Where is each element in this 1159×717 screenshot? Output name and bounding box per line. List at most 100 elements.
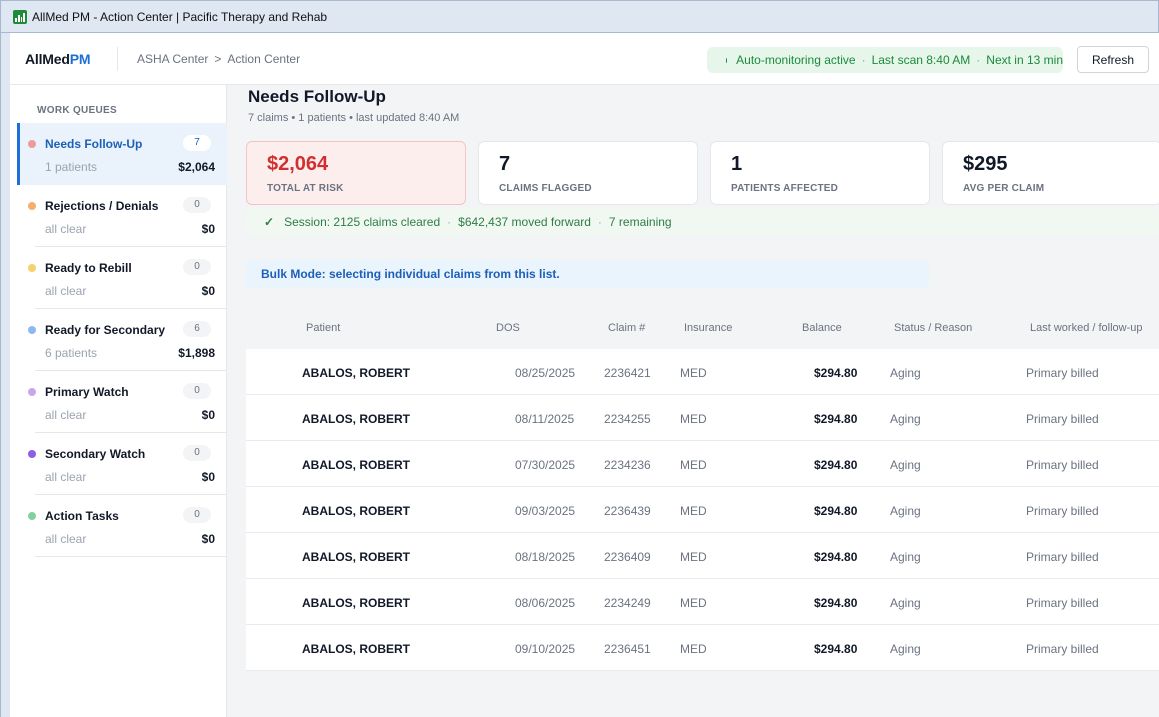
sidebar-title: WORK QUEUES [37, 105, 117, 116]
column-header-status[interactable]: Status / Reason [894, 322, 972, 334]
sidebar-item-ready-for-secondary[interactable]: Ready for Secondary 6 6 patients $1,898 [17, 309, 227, 371]
queue-amount: $0 [201, 222, 215, 236]
table-row[interactable]: ABALOS, ROBERT 08/25/2025 2236421 MED $2… [246, 349, 1159, 395]
cell-dos: 08/18/2025 [515, 550, 576, 564]
cell-patient: ABALOS, ROBERT [302, 596, 410, 610]
breadcrumb-current: Action Center [227, 52, 301, 66]
cell-dos: 09/10/2025 [515, 642, 576, 656]
sidebar-item-primary-watch[interactable]: Primary Watch 0 all clear $0 [17, 371, 227, 433]
stat-card-total-at-risk: $2,064 TOTAL AT RISK [246, 141, 466, 205]
queue-count-badge: 0 [183, 197, 211, 213]
cell-status: Aging [890, 366, 921, 380]
cell-insurance: MED [680, 550, 707, 564]
cell-status: Aging [890, 550, 921, 564]
cell-claim: 2236409 [604, 550, 651, 564]
cell-dos: 07/30/2025 [515, 458, 576, 472]
last-scan-text: Last scan 8:40 AM [871, 53, 971, 67]
window-frame-left [0, 33, 10, 717]
table-row[interactable]: ABALOS, ROBERT 09/03/2025 2236439 MED $2… [246, 487, 1159, 533]
cell-patient: ABALOS, ROBERT [302, 550, 410, 564]
status-separator: · [861, 53, 866, 67]
queue-amount: $0 [201, 470, 215, 484]
cell-insurance: MED [680, 596, 707, 610]
cell-balance: $294.80 [814, 642, 858, 656]
stat-label: TOTAL AT RISK [267, 183, 344, 194]
cell-dos: 09/03/2025 [515, 504, 576, 518]
session-summary-banner: ✓ Session: 2125 claims cleared · $642,43… [246, 208, 1159, 236]
breadcrumb: ASHA Center > Action Center [137, 52, 300, 66]
queue-name: Rejections / Denials [45, 199, 159, 213]
cell-claim: 2236421 [604, 366, 651, 380]
cell-patient: ABALOS, ROBERT [302, 412, 410, 426]
table-row[interactable]: ABALOS, ROBERT 08/11/2025 2234255 MED $2… [246, 395, 1159, 441]
cell-insurance: MED [680, 412, 707, 426]
column-header-balance[interactable]: Balance [802, 322, 842, 334]
session-remaining: 7 remaining [608, 215, 672, 229]
queue-name: Ready to Rebill [45, 261, 132, 275]
page-title: Needs Follow-Up [248, 87, 386, 106]
session-separator: · [447, 215, 452, 229]
cell-last-worked: Primary billed [1026, 550, 1099, 564]
stat-card-avg-per-claim: $295 AVG PER CLAIM [942, 141, 1159, 205]
column-header-dos[interactable]: DOS [496, 322, 520, 334]
queue-count-badge: 0 [183, 259, 211, 275]
column-header-insurance[interactable]: Insurance [684, 322, 732, 334]
refresh-button[interactable]: Refresh [1077, 46, 1149, 73]
session-moved: $642,437 moved forward [458, 215, 591, 229]
stat-card-patients-affected: 1 PATIENTS AFFECTED [710, 141, 930, 205]
queue-sub: all clear [45, 408, 87, 422]
stat-label: CLAIMS FLAGGED [499, 183, 592, 194]
brand-logo[interactable]: AllMedPM [25, 51, 91, 67]
queue-sub: all clear [45, 470, 87, 484]
cell-claim: 2234236 [604, 458, 651, 472]
cell-insurance: MED [680, 366, 707, 380]
monitoring-text: Auto-monitoring active [736, 53, 856, 67]
cell-claim: 2236451 [604, 642, 651, 656]
cell-last-worked: Primary billed [1026, 504, 1099, 518]
cell-status: Aging [890, 504, 921, 518]
queue-dot-icon [28, 326, 36, 334]
queue-dot-icon [28, 202, 36, 210]
session-cleared: Session: 2125 claims cleared [284, 215, 441, 229]
column-header-last-worked[interactable]: Last worked / follow-up [1030, 322, 1143, 334]
app-header: AllMedPM ASHA Center > Action Center Aut… [10, 33, 1159, 85]
table-row[interactable]: ABALOS, ROBERT 08/18/2025 2236409 MED $2… [246, 533, 1159, 579]
queue-sub: all clear [45, 532, 87, 546]
queue-dot-icon [28, 264, 36, 272]
sidebar-item-secondary-watch[interactable]: Secondary Watch 0 all clear $0 [17, 433, 227, 495]
table-row[interactable]: ABALOS, ROBERT 07/30/2025 2234236 MED $2… [246, 441, 1159, 487]
queue-divider [35, 556, 227, 557]
brand-main: AllMed [25, 51, 70, 67]
cell-balance: $294.80 [814, 366, 858, 380]
queue-name: Secondary Watch [45, 447, 146, 461]
cell-last-worked: Primary billed [1026, 642, 1099, 656]
cell-patient: ABALOS, ROBERT [302, 642, 410, 656]
queue-name: Needs Follow-Up [45, 137, 143, 151]
column-header-claim[interactable]: Claim # [608, 322, 645, 334]
cell-balance: $294.80 [814, 596, 858, 610]
breadcrumb-root[interactable]: ASHA Center [137, 52, 208, 66]
sidebar-item-needs-follow-up[interactable]: Needs Follow-Up 7 1 patients $2,064 [17, 123, 227, 185]
table-row[interactable]: ABALOS, ROBERT 09/10/2025 2236451 MED $2… [246, 625, 1159, 671]
cell-last-worked: Primary billed [1026, 596, 1099, 610]
table-row[interactable]: ABALOS, ROBERT 08/06/2025 2234249 MED $2… [246, 579, 1159, 625]
cell-balance: $294.80 [814, 550, 858, 564]
queue-name: Primary Watch [45, 385, 129, 399]
sidebar-item-rejections-denials[interactable]: Rejections / Denials 0 all clear $0 [17, 185, 227, 247]
queue-sub: 1 patients [45, 160, 98, 174]
sidebar-item-action-tasks[interactable]: Action Tasks 0 all clear $0 [17, 495, 227, 557]
cell-insurance: MED [680, 504, 707, 518]
queue-count-badge: 0 [183, 383, 211, 399]
session-separator: · [597, 215, 602, 229]
cell-insurance: MED [680, 642, 707, 656]
sidebar: WORK QUEUES Needs Follow-Up 7 1 patients… [10, 85, 227, 717]
column-header-patient[interactable]: Patient [306, 322, 340, 334]
cell-patient: ABALOS, ROBERT [302, 504, 410, 518]
queue-sub: all clear [45, 222, 87, 236]
cell-claim: 2234249 [604, 596, 651, 610]
stat-card-claims-flagged: 7 CLAIMS FLAGGED [478, 141, 698, 205]
queue-dot-icon [28, 450, 36, 458]
queue-count-badge: 6 [183, 321, 211, 337]
queue-dot-icon [28, 140, 36, 148]
sidebar-item-ready-to-rebill[interactable]: Ready to Rebill 0 all clear $0 [17, 247, 227, 309]
